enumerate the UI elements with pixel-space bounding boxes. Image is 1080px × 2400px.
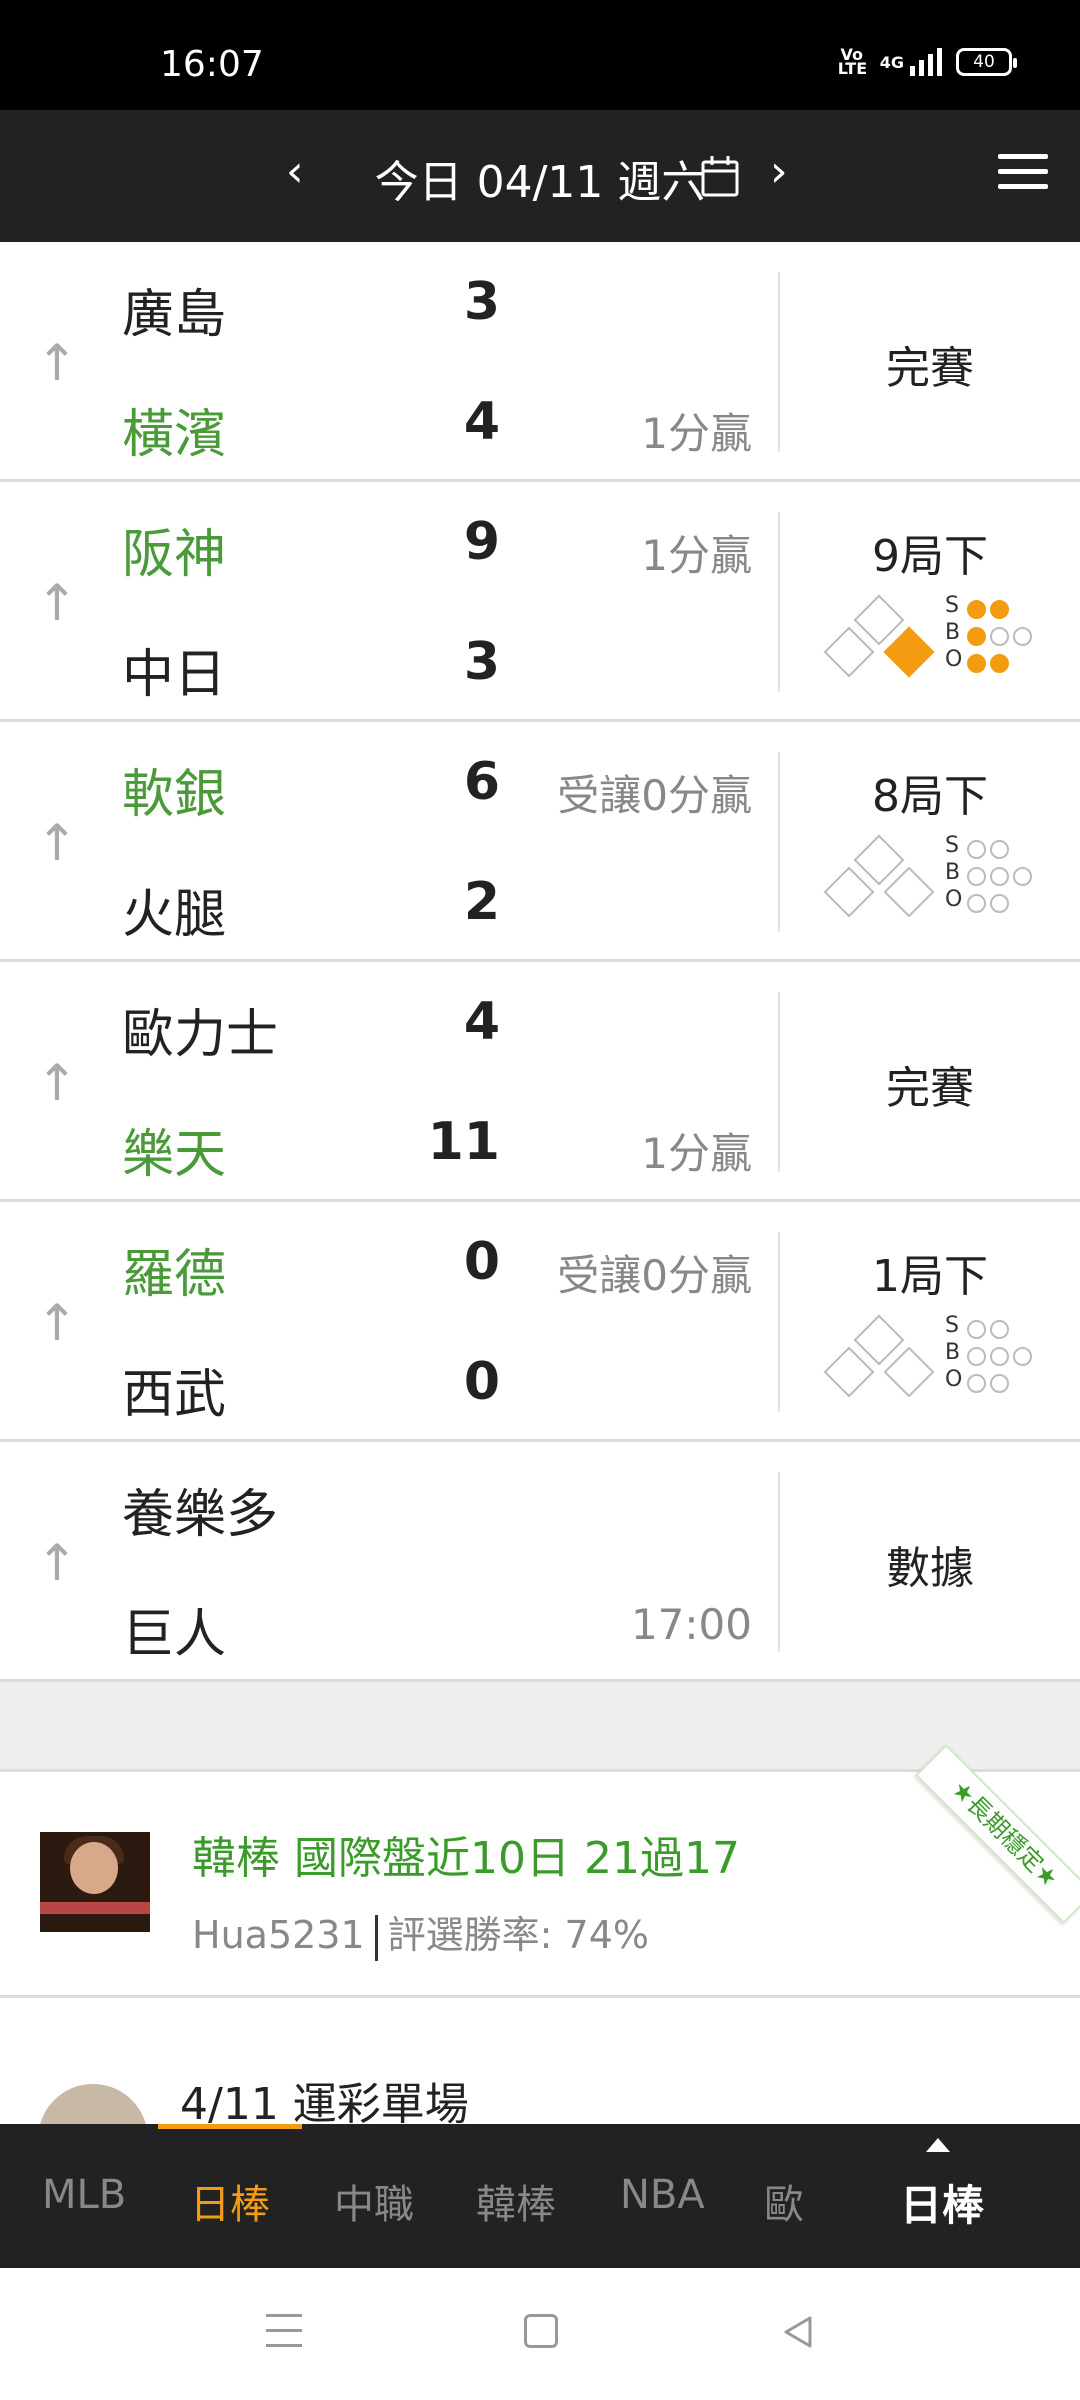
score-home: 3 xyxy=(463,632,500,692)
promo-meta: Hua5231 評選勝率: 74% xyxy=(192,1904,649,1961)
separator xyxy=(374,1914,378,1961)
score-home: 0 xyxy=(463,1352,500,1412)
tab-kbo[interactable]: 韓棒 xyxy=(476,2172,556,2230)
section-gap xyxy=(0,1682,1080,1772)
menu-icon[interactable] xyxy=(998,154,1048,192)
promo-rate: 評選勝率: 74% xyxy=(387,1913,649,1957)
game-row[interactable]: ↑ 廣島 3 橫濱 4 1分贏 完賽 xyxy=(0,242,1080,482)
promo-user: Hua5231 xyxy=(192,1913,365,1957)
promo-thumbnail xyxy=(40,1832,150,1932)
team-home: 樂天 xyxy=(122,1125,227,1185)
tab-euro[interactable]: 歐 xyxy=(764,2172,804,2230)
team-away: 養樂多 xyxy=(122,1485,279,1545)
signal-icon xyxy=(910,48,942,76)
tab-cpbl[interactable]: 中職 xyxy=(334,2172,414,2230)
team-away: 羅德 xyxy=(122,1245,227,1305)
league-tabs: MLB 日棒 中職 韓棒 NBA 歐 日棒 xyxy=(0,2124,1080,2268)
game-row[interactable]: ↑ 軟銀 6 受讓0分贏 火腿 2 8局下 SBO xyxy=(0,722,1080,962)
top-nav: ‹ 今日 04/11 週六 › xyxy=(0,110,1080,242)
game-status: 9局下 xyxy=(872,531,988,582)
team-away: 廣島 xyxy=(122,285,227,345)
sbo-counts xyxy=(967,596,1032,677)
battery-icon: 40 xyxy=(956,48,1017,76)
up-arrow-icon: ↑ xyxy=(36,334,78,392)
collapse-up-icon[interactable] xyxy=(926,2138,950,2152)
system-nav-bar xyxy=(0,2268,1080,2400)
network-type: 4G xyxy=(879,52,904,72)
score-home: 4 xyxy=(463,392,500,452)
sbo-counts xyxy=(967,1316,1032,1397)
volte-icon: Vo LTE xyxy=(837,45,868,78)
up-arrow-icon: ↑ xyxy=(36,1054,78,1112)
sbo-diamond: SBO xyxy=(815,832,1055,932)
tab-nba[interactable]: NBA xyxy=(620,2172,705,2218)
promo-title: 4/11 運彩單場 xyxy=(180,2079,469,2130)
chevron-right-icon[interactable]: › xyxy=(770,146,788,197)
game-status: 完賽 xyxy=(886,343,974,394)
back-icon[interactable] xyxy=(778,2312,818,2352)
long-term-stable-ribbon: ★長期穩定★ xyxy=(915,1744,1080,1924)
team-home: 橫濱 xyxy=(122,405,227,465)
date-label[interactable]: 今日 04/11 週六 xyxy=(0,146,1080,210)
tab-indicator xyxy=(158,2124,302,2129)
team-away: 軟銀 xyxy=(122,765,227,825)
sbo-labels: SBO xyxy=(945,833,963,912)
score-away: 9 xyxy=(463,512,500,572)
bet-result: 1分贏 xyxy=(641,409,752,458)
status-bar: 16:07 Vo LTE 4G 40 xyxy=(0,0,1080,110)
bet-result: 1分贏 xyxy=(641,1129,752,1178)
team-home: 中日 xyxy=(122,645,227,705)
home-icon[interactable] xyxy=(524,2314,558,2348)
start-time: 17:00 xyxy=(630,1600,752,1649)
status-time: 16:07 xyxy=(160,44,264,85)
tab-mlb[interactable]: MLB xyxy=(42,2172,126,2218)
game-status: 8局下 xyxy=(872,771,988,822)
sbo-counts xyxy=(967,836,1032,917)
score-away: 0 xyxy=(463,1232,500,1292)
game-status: 1局下 xyxy=(872,1251,988,1302)
calendar-icon[interactable] xyxy=(700,154,740,198)
up-arrow-icon: ↑ xyxy=(36,814,78,872)
stats-link[interactable]: 數據 xyxy=(780,1532,1080,1596)
game-status: 完賽 xyxy=(886,1063,974,1114)
recent-apps-icon[interactable] xyxy=(266,2314,302,2350)
promo-title: 韓棒 國際盤近10日 21過17 xyxy=(192,1833,740,1884)
promo-card[interactable]: 韓棒 國際盤近10日 21過17 Hua5231 評選勝率: 74% ★長期穩定★ xyxy=(0,1744,1080,1998)
tab-npb[interactable]: 日棒 xyxy=(190,2172,270,2230)
game-row[interactable]: ↑ 養樂多 巨人 17:00 數據 xyxy=(0,1442,1080,1682)
up-arrow-icon: ↑ xyxy=(36,574,78,632)
team-home: 巨人 xyxy=(122,1605,227,1665)
sbo-diamond: SBO xyxy=(815,592,1055,692)
games-list: ↑ 廣島 3 橫濱 4 1分贏 完賽 ↑ 阪神 9 1分贏 中日 3 9局下 S… xyxy=(0,242,1080,1682)
team-away: 阪神 xyxy=(122,525,227,585)
score-away: 6 xyxy=(463,752,500,812)
team-away: 歐力士 xyxy=(122,1005,279,1065)
status-icons: Vo LTE 4G 40 xyxy=(837,45,1017,78)
sbo-labels: SBO xyxy=(945,593,963,672)
sbo-diamond: SBO xyxy=(815,1312,1055,1412)
sbo-labels: SBO xyxy=(945,1313,963,1392)
score-away: 4 xyxy=(463,992,500,1052)
current-league[interactable]: 日棒 xyxy=(900,2172,984,2233)
bet-result: 受讓0分贏 xyxy=(557,1251,752,1300)
up-arrow-icon: ↑ xyxy=(36,1534,78,1592)
first-base-icon xyxy=(883,626,935,678)
score-away: 3 xyxy=(463,272,500,332)
team-home: 西武 xyxy=(122,1365,227,1425)
score-home: 2 xyxy=(463,872,500,932)
bet-result: 受讓0分贏 xyxy=(557,771,752,820)
first-base-icon xyxy=(883,866,935,918)
promo-card-2[interactable]: 4/11 運彩單場 xyxy=(0,2000,1080,2194)
game-row[interactable]: ↑ 羅德 0 受讓0分贏 西武 0 1局下 SBO xyxy=(0,1202,1080,1442)
score-home: 11 xyxy=(427,1112,500,1172)
bet-result: 1分贏 xyxy=(641,531,752,580)
game-row[interactable]: ↑ 阪神 9 1分贏 中日 3 9局下 SBO xyxy=(0,482,1080,722)
first-base-icon xyxy=(883,1346,935,1398)
team-home: 火腿 xyxy=(122,885,227,945)
game-row[interactable]: ↑ 歐力士 4 樂天 11 1分贏 完賽 xyxy=(0,962,1080,1202)
up-arrow-icon: ↑ xyxy=(36,1294,78,1352)
